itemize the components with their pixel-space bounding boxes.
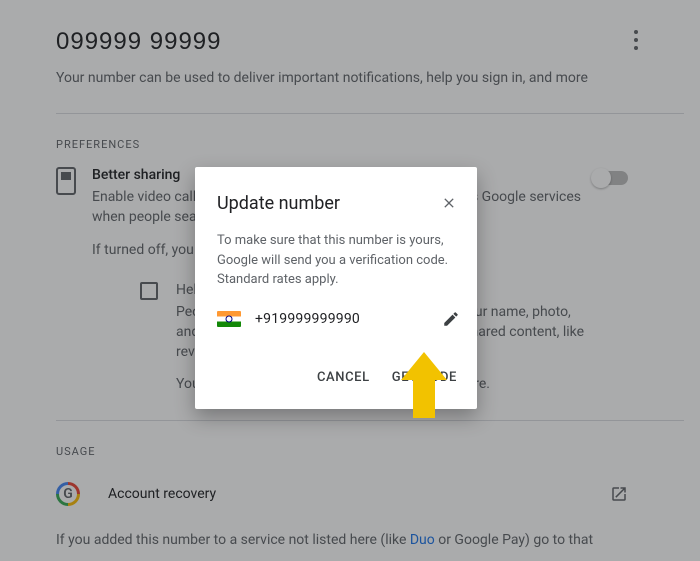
close-icon[interactable] bbox=[435, 189, 463, 217]
settings-page: 099999 99999 Your number can be used to … bbox=[0, 0, 700, 561]
dialog-phone-number: +919999999990 bbox=[255, 311, 439, 327]
cancel-button[interactable]: CANCEL bbox=[311, 364, 376, 391]
dialog-title: Update number bbox=[217, 193, 435, 214]
india-flag-icon bbox=[217, 311, 241, 327]
get-code-button[interactable]: GET CODE bbox=[386, 364, 463, 391]
edit-number-button[interactable] bbox=[439, 310, 463, 328]
dialog-body-text: To make sure that this number is yours, … bbox=[217, 231, 463, 290]
phone-number-row: +919999999990 bbox=[217, 310, 463, 328]
update-number-dialog: Update number To make sure that this num… bbox=[195, 167, 477, 409]
